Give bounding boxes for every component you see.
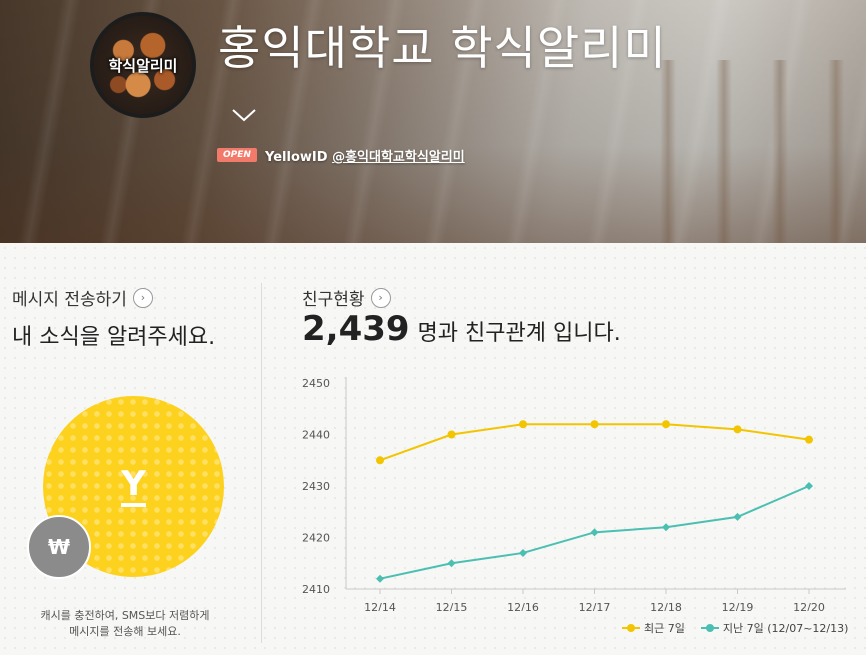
y-tick-label: 2410 [302, 583, 330, 596]
y-tick-label: 2430 [302, 480, 330, 493]
message-section-header[interactable]: 메시지 전송하기 › [12, 285, 153, 310]
data-point-previous [662, 523, 670, 532]
yellowid-link[interactable]: YellowID @홍익대학교학식알리미 [265, 146, 465, 165]
legend-item-previous: 지난 7일 (12/07~12/13) [700, 620, 849, 636]
data-point-recent [805, 435, 813, 444]
x-tick-label: 12/15 [436, 601, 468, 611]
recharge-line-2: 메시지를 전송해 보세요. [69, 625, 181, 638]
chevron-down-icon[interactable] [231, 107, 257, 123]
data-point-recent [662, 420, 670, 429]
arrow-right-icon[interactable]: › [132, 287, 153, 308]
friends-count-suffix: 명과 친구관계 입니다. [417, 321, 621, 346]
recharge-line-1: 캐시를 충전하여, SMS보다 저렴하게 [40, 609, 210, 622]
y-tick-label: 2420 [302, 532, 330, 545]
message-section-label: 메시지 전송하기 [12, 290, 127, 310]
series-line-recent [379, 423, 810, 462]
profile-header: 학식알리미 홍익대학교 학식알리미 OPEN YellowID @홍익대학교학식… [0, 0, 866, 243]
profile-logo[interactable]: 학식알리미 [90, 12, 196, 118]
friends-section-label: 친구현황 [302, 290, 365, 310]
data-point-previous [519, 548, 527, 557]
arrow-right-icon[interactable]: › [370, 287, 391, 308]
data-point-previous [376, 574, 384, 583]
yellowid-label: YellowID [265, 150, 328, 165]
legend-swatch-recent [622, 623, 640, 633]
x-tick-label: 12/16 [507, 601, 539, 611]
yellowid-logo-icon: Y [121, 467, 146, 507]
logo-text: 학식알리미 [108, 56, 178, 75]
yellowid-handle: @홍익대학교학식알리미 [332, 150, 465, 165]
recharge-description: 캐시를 충전하여, SMS보다 저렴하게 메시지를 전송해 보세요. [0, 608, 250, 640]
data-point-previous [590, 528, 599, 537]
legend-item-recent: 최근 7일 [622, 620, 685, 636]
x-tick-label: 12/19 [722, 601, 754, 611]
section-divider [261, 283, 262, 643]
x-tick-label: 12/14 [364, 601, 396, 611]
data-point-previous [733, 512, 742, 521]
won-cash-icon[interactable]: ₩ [27, 515, 91, 579]
friends-section-header[interactable]: 친구현황 › [302, 285, 391, 310]
data-point-recent [733, 425, 742, 434]
data-point-recent [376, 456, 384, 465]
y-tick-label: 2440 [302, 429, 330, 442]
friends-count-line: 2,439 명과 친구관계 입니다. [302, 309, 621, 349]
legend-label-previous: 지난 7일 (12/07~12/13) [722, 622, 849, 635]
legend-swatch-previous [700, 623, 719, 633]
dashboard-content: 메시지 전송하기 › 내 소식을 알려주세요. Y ₩ 캐시를 충전하여, SM… [0, 243, 866, 655]
data-point-previous [447, 559, 456, 568]
message-subtitle: 내 소식을 알려주세요. [12, 325, 216, 350]
data-point-recent [519, 420, 527, 429]
y-tick-label: 2450 [302, 377, 330, 390]
friends-line-chart: 2450 2440 2430 2420 2410 12/14 12/15 12/16 12/17… [302, 377, 846, 611]
friends-count: 2,439 [302, 309, 410, 349]
x-tick-label: 12/20 [793, 601, 825, 611]
data-point-recent [447, 430, 456, 439]
legend-label-recent: 최근 7일 [644, 622, 685, 635]
x-tick-label: 12/18 [650, 601, 682, 611]
data-point-previous [805, 482, 813, 490]
page-title: 홍익대학교 학식알리미 [218, 21, 667, 75]
chart-legend: 최근 7일 지난 7일 (12/07~12/13) [622, 620, 848, 636]
open-status-badge: OPEN [217, 148, 257, 162]
x-tick-label: 12/17 [579, 601, 611, 611]
data-point-recent [590, 420, 599, 429]
